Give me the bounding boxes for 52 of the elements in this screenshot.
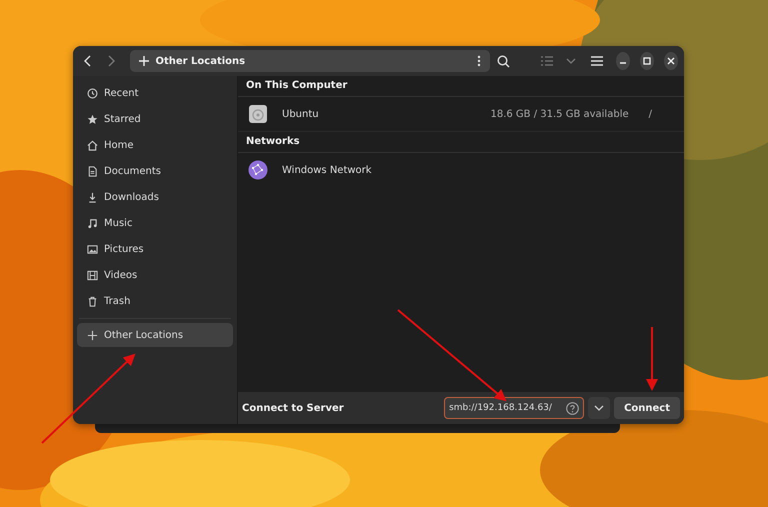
chevron-right-icon bbox=[106, 55, 116, 67]
download-icon bbox=[87, 192, 98, 202]
maximize-button[interactable] bbox=[640, 52, 654, 70]
location-name: Windows Network bbox=[282, 164, 373, 176]
arrow-drawing bbox=[646, 327, 658, 391]
sidebar-item[interactable]: Documents bbox=[77, 158, 233, 184]
sidebar-item[interactable]: Trash bbox=[77, 288, 233, 314]
sidebar-item[interactable]: Recent bbox=[77, 80, 233, 106]
drive-icon bbox=[248, 104, 268, 124]
star-icon bbox=[87, 114, 98, 124]
minimize-button[interactable] bbox=[616, 52, 630, 70]
help-icon[interactable] bbox=[566, 402, 580, 414]
connect-label: Connect to Server bbox=[242, 402, 345, 414]
music-note-icon bbox=[87, 218, 98, 228]
network-icon bbox=[248, 160, 268, 180]
close-button[interactable] bbox=[664, 52, 678, 70]
server-address-field[interactable]: smb://192.168.124.63/ bbox=[444, 397, 584, 419]
trash-icon bbox=[87, 296, 98, 306]
sidebar-item[interactable]: Other Locations bbox=[77, 323, 233, 347]
home-icon bbox=[87, 140, 98, 150]
section-heading: Networks bbox=[238, 132, 684, 153]
caret-icon bbox=[566, 58, 576, 64]
sidebar-item[interactable]: Pictures bbox=[77, 236, 233, 262]
mount-point: / bbox=[648, 108, 652, 120]
sidebar-item[interactable]: Downloads bbox=[77, 184, 233, 210]
search-icon bbox=[497, 54, 510, 68]
sidebar-item[interactable]: Videos bbox=[77, 262, 233, 288]
section-heading: On This Computer bbox=[238, 76, 684, 97]
maximize-icon bbox=[642, 57, 651, 65]
menu-icon bbox=[590, 56, 603, 66]
location-row[interactable]: Windows Network bbox=[238, 153, 684, 187]
location-text: Other Locations bbox=[155, 56, 246, 66]
clock-icon bbox=[87, 88, 98, 98]
sidebar-item[interactable]: Music bbox=[77, 210, 233, 236]
location-bar[interactable]: Other Locations bbox=[130, 50, 490, 72]
location-name: Ubuntu bbox=[282, 108, 320, 120]
plus-icon bbox=[139, 56, 150, 66]
connect-button[interactable]: Connect bbox=[614, 397, 680, 419]
chevron-left-icon bbox=[83, 55, 94, 67]
disk-usage: 18.6 GB / 31.5 GB available bbox=[490, 108, 629, 120]
sidebar-item[interactable]: Home bbox=[77, 132, 233, 158]
document-icon bbox=[87, 166, 98, 176]
more-icon[interactable] bbox=[477, 55, 482, 67]
film-icon bbox=[87, 270, 98, 280]
caret-icon bbox=[594, 405, 604, 411]
list-icon bbox=[541, 56, 554, 66]
sidebar-item[interactable]: Starred bbox=[77, 106, 233, 132]
image-icon bbox=[87, 244, 98, 254]
location-row[interactable]: Ubuntu 18.6 GB / 31.5 GB available / bbox=[238, 97, 684, 132]
plus-icon bbox=[87, 330, 98, 340]
history-dropdown-button[interactable] bbox=[588, 397, 610, 419]
close-icon bbox=[666, 57, 675, 65]
